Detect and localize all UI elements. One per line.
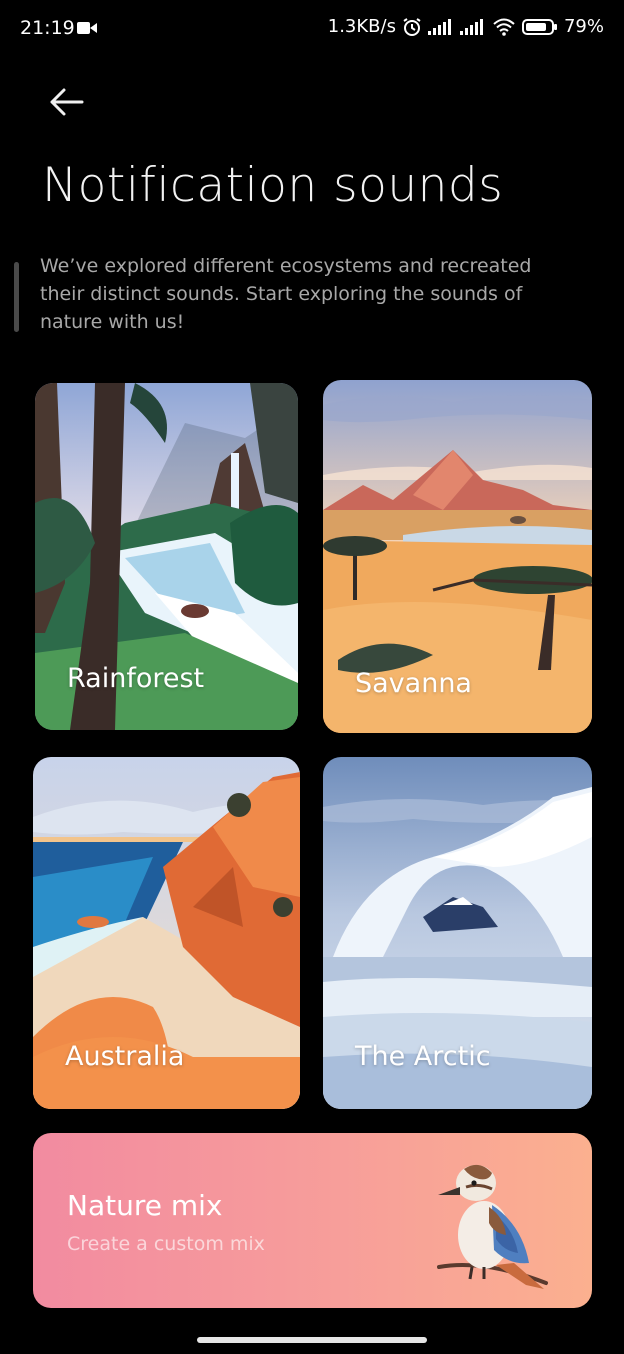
signal-icon — [459, 18, 483, 35]
card-australia[interactable]: Australia — [33, 757, 300, 1109]
status-icons: 1.3KB/s 79% — [328, 16, 604, 37]
scroll-indicator[interactable] — [14, 262, 19, 332]
status-time: 21:19 — [20, 17, 75, 39]
network-speed: 1.3KB/s — [327, 16, 396, 37]
status-bar: 21:19 1.3KB/s 79% — [0, 0, 624, 58]
card-arctic[interactable]: The Arctic — [323, 757, 592, 1109]
card-rainforest[interactable]: Rainforest — [35, 383, 298, 730]
nature-mix-title: Nature mix — [67, 1189, 223, 1222]
alarm-icon — [403, 17, 421, 36]
back-button[interactable] — [46, 84, 90, 120]
battery-icon — [521, 18, 557, 35]
nature-mix-subtitle: Create a custom mix — [67, 1233, 265, 1255]
battery-percent: 79% — [563, 16, 604, 37]
page-title: Notification sounds — [42, 158, 504, 213]
card-label: The Arctic — [355, 1041, 491, 1072]
card-savanna[interactable]: Savanna — [323, 380, 592, 733]
signal-icon — [427, 18, 451, 35]
intro-text: We’ve explored different ecosystems and … — [40, 255, 532, 333]
wifi-icon — [493, 18, 515, 36]
kookaburra-icon — [437, 1164, 548, 1289]
video-icon — [77, 22, 97, 34]
card-label: Savanna — [355, 668, 472, 699]
card-nature-mix[interactable]: Nature mix Create a custom mix — [33, 1133, 592, 1308]
home-indicator[interactable] — [197, 1337, 427, 1343]
card-label: Australia — [65, 1041, 185, 1072]
back-arrow-icon — [50, 88, 84, 116]
card-label: Rainforest — [67, 663, 205, 694]
